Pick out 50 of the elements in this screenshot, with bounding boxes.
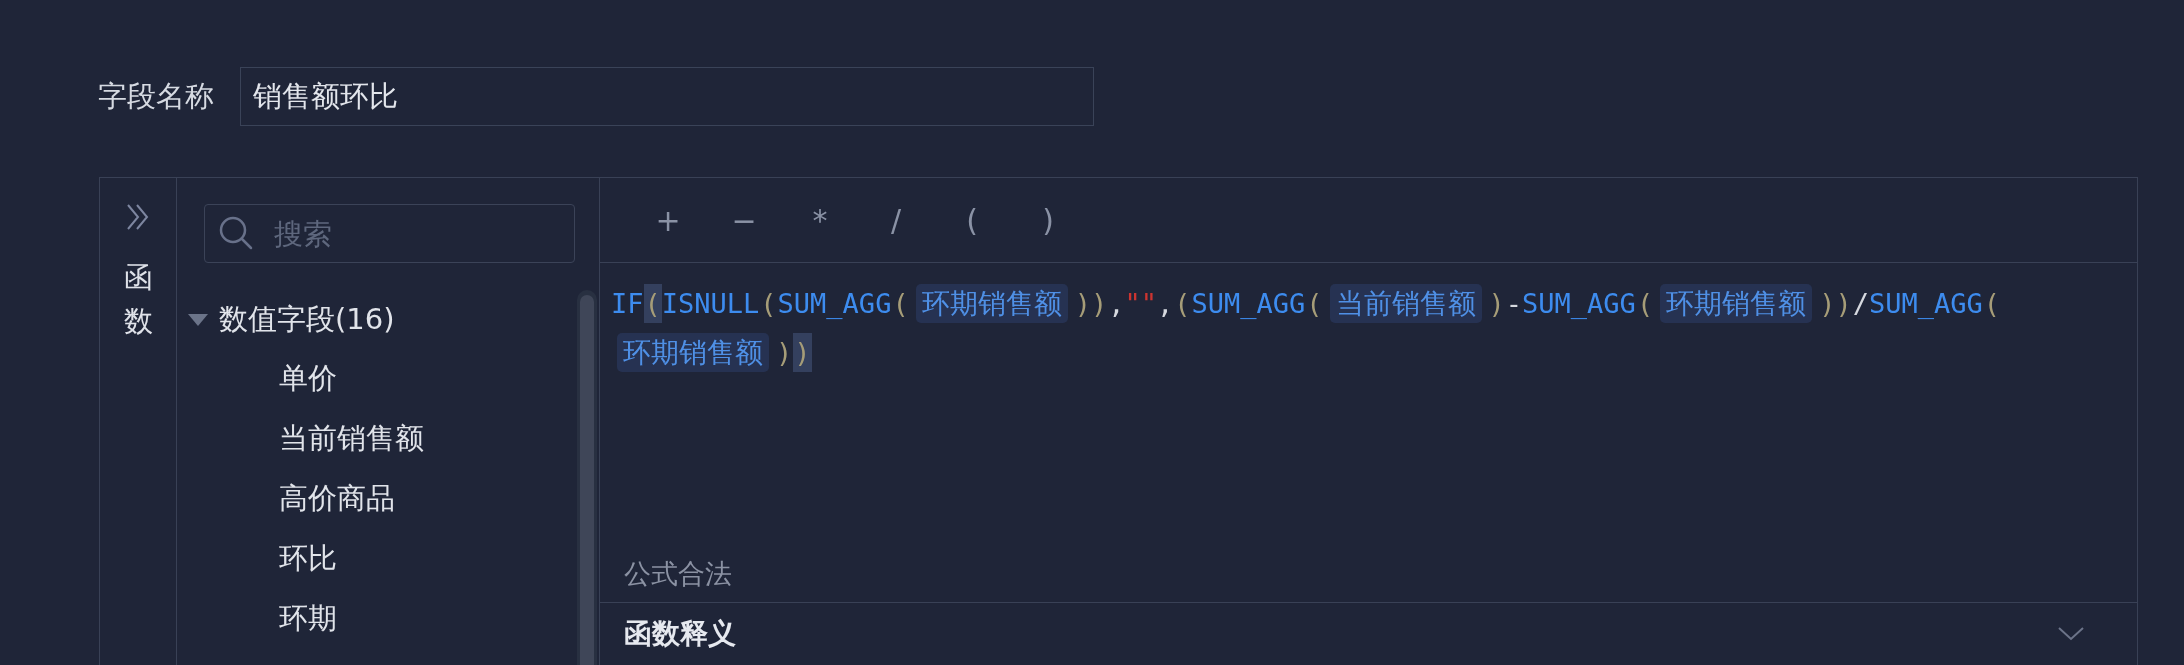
functions-tab[interactable]: 函数 [123,255,153,343]
parenthesis: )) [1073,287,1109,321]
operator-button[interactable]: * [795,195,845,245]
operator-symbol: / [1852,288,1869,319]
search-icon [219,216,253,250]
scrollbar-thumb[interactable] [580,295,594,665]
string-literal: "" [1124,288,1157,319]
operator-button[interactable]: ) [1023,195,1073,245]
caret-down-icon[interactable] [188,314,208,326]
tree-item[interactable]: 高价商品 [279,479,395,519]
operator-button[interactable]: / [871,195,921,245]
field-token: 环期销售额 [617,333,769,372]
parenthesis: ( [1982,287,2001,321]
operator-button[interactable]: ( [947,195,997,245]
function-name: ISNULL [661,288,760,319]
function-help-header[interactable]: 函数释义 [600,603,2137,665]
parenthesis: ) [793,333,812,372]
operator-symbol: , [1108,288,1125,319]
function-name: SUM_AGG [1868,288,1983,319]
field-token: 当前销售额 [1329,284,1482,323]
operator-button[interactable]: + [643,195,693,245]
function-name: SUM_AGG [1522,288,1636,319]
parenthesis: ( [759,287,778,321]
parenthesis: )) [1818,287,1853,321]
field-token: 环期销售额 [915,284,1068,323]
tree-item[interactable]: 单价 [279,359,337,399]
function-name: SUM_AGG [1191,288,1306,319]
tree-group-label[interactable]: 数值字段(16) [219,300,395,340]
validation-status: 公式合法 [624,557,732,591]
parenthesis: ) [1487,287,1506,321]
function-name: IF [611,288,644,319]
parenthesis: ( [1305,287,1324,321]
operator-symbol: , [1156,288,1174,319]
tree-item[interactable]: 环比 [279,539,337,579]
field-name-label: 字段名称 [98,77,214,115]
function-name: SUM_AGG [777,288,892,319]
parenthesis: ( [643,284,662,323]
parenthesis: ( [891,287,910,321]
field-token: 环期销售额 [1660,284,1813,323]
tree-item[interactable]: 当前销售额 [279,419,424,459]
parenthesis: ) [775,336,794,370]
field-name-input[interactable]: 销售额环比 [240,67,1094,126]
search-field[interactable]: 搜索 [204,204,575,263]
formula-input-field[interactable]: IF(ISNULL(SUM_AGG( 环期销售额 )),"",(SUM_AGG( 当前销售额 )-SUM_AGG( 环期销售额 ))/SUM_AGG( 环期销售额 )) [600,263,2137,546]
tree-item[interactable]: 环期 [279,599,337,639]
operator-button[interactable]: − [719,195,769,245]
parenthesis: ( [1173,287,1192,321]
operator-symbol: - [1505,288,1523,319]
double-chevron-icon[interactable] [126,203,150,231]
parenthesis: ( [1635,287,1655,321]
